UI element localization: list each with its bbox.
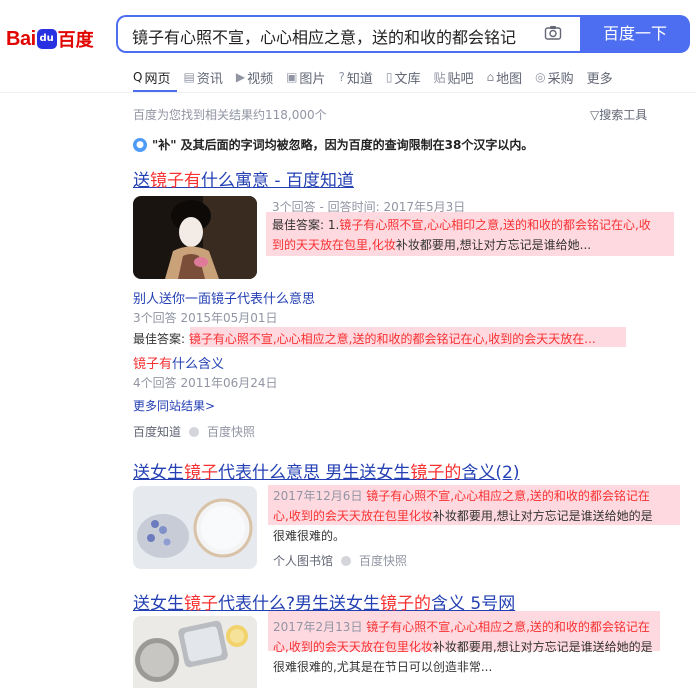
tab-purchase[interactable]: ◎ 采购 [535,67,574,87]
title-text: 送女生 [133,594,184,614]
answer-text: 很难很难的。 [273,529,346,543]
result-thumbnail-3[interactable] [133,616,257,688]
tab-label: 资讯 [196,71,223,87]
title-highlight: 镜子有 [150,171,201,191]
answer-highlight: 镜子有心照不宣,心心相印之意,送的和收的都会铭记在心,收 [339,218,651,232]
divider [0,92,696,93]
search-button[interactable]: 百度一下 [580,15,690,53]
title-highlight: 镜子 [184,594,218,614]
source-name[interactable]: 百度知道 [133,423,181,440]
result-title-2[interactable]: 送女生镜子代表什么意思 男生送女生镜子的含义(2) [133,458,520,483]
document-icon: ▯ [385,70,393,84]
paw-icon: du [36,29,57,49]
answer-highlight: 镜子有心照不宣,心心相应之意,送的和收的都会铭记在 [366,620,650,634]
search-icon: Q [133,70,143,84]
image-icon: ▣ [286,70,298,84]
tieba-icon: 贴 [433,70,446,85]
tab-wenku[interactable]: ▯ 文库 [386,67,421,87]
purchase-icon: ◎ [535,70,546,84]
tab-label: 贴吧 [447,71,474,87]
sub-result-link-2[interactable]: 镜子有什么含义 [133,353,224,372]
more-site-results-link[interactable]: 更多同站结果> [133,397,215,414]
tab-video[interactable]: ▶ 视频 [236,67,273,87]
result-abstract-1: 最佳答案: 1.镜子有心照不宣,心心相印之意,送的和收的都会铭记在心,收 到的天… [272,215,668,255]
camera-icon[interactable] [544,24,562,42]
logo-text-bai: Bai [6,27,36,50]
tab-label: 地图 [496,71,523,87]
title-text: 含义(2) [461,463,520,483]
tab-more[interactable]: 更多 [587,67,613,87]
snapshot-link[interactable]: 百度快照 [359,552,407,569]
baidu-logo[interactable]: Bai du 百度 [6,25,94,53]
tab-label: 更多 [586,71,613,87]
mirror-flowers-image [133,486,257,569]
dot-icon [341,555,352,566]
paw-icon: ● [133,137,147,152]
answer-text: 补妆都要用,想让对方忘记是谁送给她的是 [432,509,653,523]
snapshot-link[interactable]: 百度快照 [207,423,255,440]
result-source-2: 个人图书馆 百度快照 [273,552,407,569]
answer-highlight: 心,收到的会天天放在包里化妆 [273,640,433,654]
search-tools-button[interactable]: ▽搜索工具 [590,106,647,123]
tab-news[interactable]: ▤ 资讯 [183,67,222,87]
logo-text-cn: 百度 [57,30,94,51]
map-icon: ⌂ [486,70,495,84]
title-text: 送 [133,171,150,191]
tab-label: 视频 [247,71,274,87]
answer-text: 补妆都要用,想让对方忘记是谁送给她的是 [432,640,653,654]
tab-map[interactable]: ⌂ 地图 [486,67,522,87]
title-highlight: 镜子有 [133,357,173,372]
result-thumbnail-1[interactable] [133,196,257,279]
geisha-image [133,196,257,279]
sub-result-link-1[interactable]: 别人送你一面镜子代表什么意思 [133,288,315,307]
sub-result-answer-1: 最佳答案: 镜子有心照不宣,心心相应之意,送的和收的都会铭记在心,收到的会天天放… [133,330,596,347]
title-highlight: 镜子 [184,463,218,483]
query-truncation-notice: ● "补" 及其后面的字词均被忽略，因为百度的查询限制在38个汉字以内。 [133,136,533,153]
result-date: 2017年12月6日 [273,489,367,503]
title-text: 什么含义 [172,357,225,372]
tab-images[interactable]: ▣ 图片 [286,67,325,87]
answer-text: 很难很难的,尤其是在节日可以创造非常... [273,660,493,674]
answer-highlight: 镜子有心照不宣,心心相应之意,送的和收的都会铭记在心,收到的会天天放在... [188,332,596,346]
sub-result-meta-1: 3个回答 2015年05月01日 [133,311,278,325]
best-answer-label: 最佳答案: [133,332,189,346]
result-abstract-2: 2017年12月6日 镜子有心照不宣,心心相应之意,送的和收的都会铭记在 心,收… [273,486,673,546]
result-thumbnail-2[interactable] [133,486,257,569]
tab-label: 采购 [547,71,574,87]
dot-icon [189,426,200,437]
question-icon: ? [338,70,345,84]
notice-text: "补" 及其后面的字词均被忽略，因为百度的查询限制在38个汉字以内。 [152,138,534,152]
cosmetics-mirror-image [133,616,257,688]
tab-label: 网页 [144,71,171,87]
answer-highlight: 到的天天放在包里,化妆 [272,238,396,252]
answer-highlight: 镜子有心照不宣,心心相应之意,送的和收的都会铭记在 [366,489,650,503]
title-text: 什么寓意 - 百度知道 [201,171,354,191]
title-highlight: 镜子的 [410,463,462,483]
search-tabs: Q 网页 ▤ 资讯 ▶ 视频 ▣ 图片 ? 知道 ▯ 文库 贴贴吧 ⌂ 地图 ◎ 采购 更多 [133,67,626,87]
answer-text: 补妆都要用,想让对方忘记是谁给她... [395,238,592,252]
results-count: 百度为您找到相关结果约118,000个 [133,108,327,122]
result-date: 2017年2月13日 [273,620,367,634]
video-icon: ▶ [235,70,246,84]
search-input[interactable]: 镜子有心照不宣，心心相应之意，送的和收的都会铭记 [132,24,516,48]
news-icon: ▤ [183,70,195,84]
result-abstract-3: 2017年2月13日 镜子有心照不宣,心心相应之意,送的和收的都会铭记在 心,收… [273,617,673,677]
result-source-1: 百度知道 百度快照 [133,423,255,440]
tab-label: 文库 [394,71,421,87]
tab-tieba[interactable]: 贴贴吧 [433,67,473,87]
best-answer-label: 最佳答案: 1. [272,218,340,232]
title-text: 代表什么意思 男生送女生 [218,463,411,483]
source-name[interactable]: 个人图书馆 [273,552,333,569]
tab-zhidao[interactable]: ? 知道 [338,67,372,87]
tab-label: 图片 [299,71,326,87]
result-title-1[interactable]: 送镜子有什么寓意 - 百度知道 [133,166,354,191]
tab-label: 知道 [346,71,373,87]
answer-highlight: 心,收到的会天天放在包里化妆 [273,509,433,523]
tab-web[interactable]: Q 网页 [133,67,170,87]
sub-result-meta-2: 4个回答 2011年06月24日 [133,376,278,390]
title-text: 送女生 [133,463,184,483]
